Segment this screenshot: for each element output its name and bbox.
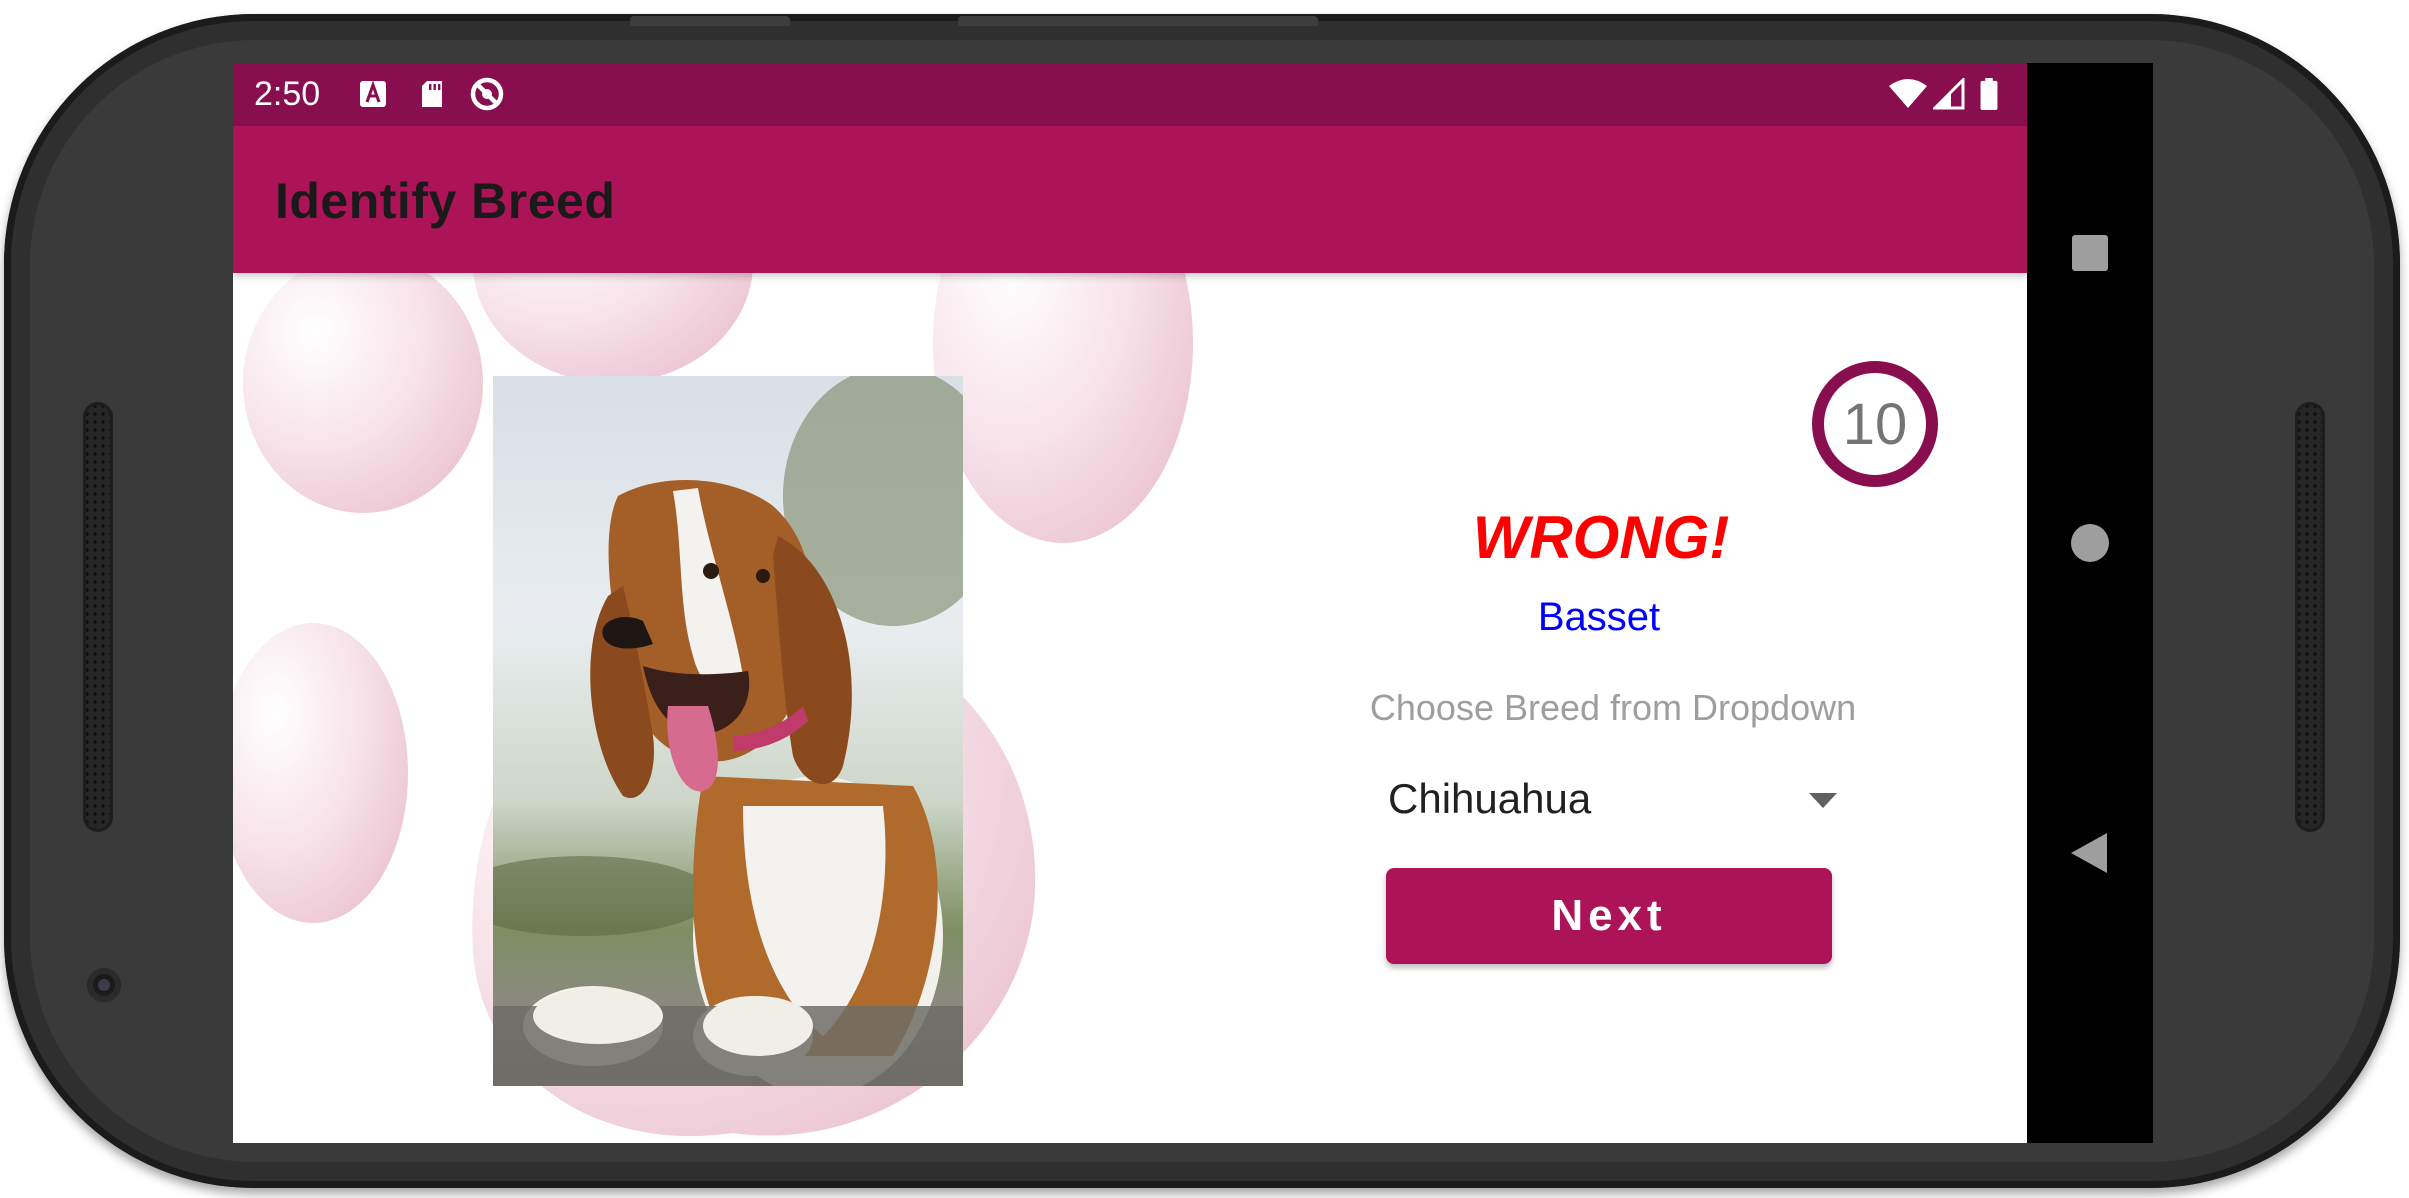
text-a-icon bbox=[360, 80, 386, 107]
selected-breed: Chihuahua bbox=[1388, 775, 1592, 822]
recents-icon bbox=[2072, 235, 2108, 271]
breed-dropdown[interactable]: Chihuahua bbox=[1353, 761, 1883, 841]
dog-photo bbox=[493, 376, 963, 1086]
next-button[interactable]: Next bbox=[1386, 868, 1832, 964]
wifi-icon bbox=[1889, 79, 1927, 108]
basset-dog-illustration bbox=[493, 376, 963, 1086]
sd-card-icon bbox=[422, 81, 442, 107]
app-bar: Identify Breed bbox=[233, 126, 2027, 273]
sync-blocked-icon bbox=[470, 77, 504, 111]
right-speaker bbox=[2295, 402, 2325, 832]
navigation-bar bbox=[2027, 63, 2153, 1143]
app-title: Identify Breed bbox=[275, 173, 616, 229]
back-button[interactable] bbox=[2027, 793, 2153, 913]
home-button[interactable] bbox=[2027, 483, 2153, 603]
home-icon bbox=[2071, 524, 2109, 562]
status-time: 2:50 bbox=[254, 75, 321, 113]
hardware-button bbox=[630, 16, 790, 26]
dropdown-arrow-icon bbox=[1809, 793, 1837, 808]
battery-icon bbox=[1980, 78, 1998, 110]
countdown-timer: 10 bbox=[1812, 361, 1938, 487]
front-camera bbox=[87, 968, 121, 1002]
correct-breed-label: Basset bbox=[1537, 595, 1661, 639]
status-bar: 2:50 bbox=[233, 63, 2027, 126]
left-speaker bbox=[83, 402, 113, 832]
cellular-icon bbox=[1933, 78, 1965, 110]
quiz-content: 10 WRONG! Basset Choose Breed from Dropd… bbox=[233, 273, 2027, 1143]
dropdown-hint: Choose Breed from Dropdown bbox=[1369, 687, 1857, 728]
result-label: WRONG! bbox=[1472, 504, 1730, 571]
device-screen: 2:50 Identify Breed 10 WRONG! Basset Cho… bbox=[233, 63, 2153, 1143]
app-window: 2:50 Identify Breed 10 WRONG! Basset Cho… bbox=[233, 63, 2027, 1143]
recents-button[interactable] bbox=[2027, 193, 2153, 313]
back-icon bbox=[2071, 833, 2107, 873]
hardware-button bbox=[958, 16, 1318, 26]
